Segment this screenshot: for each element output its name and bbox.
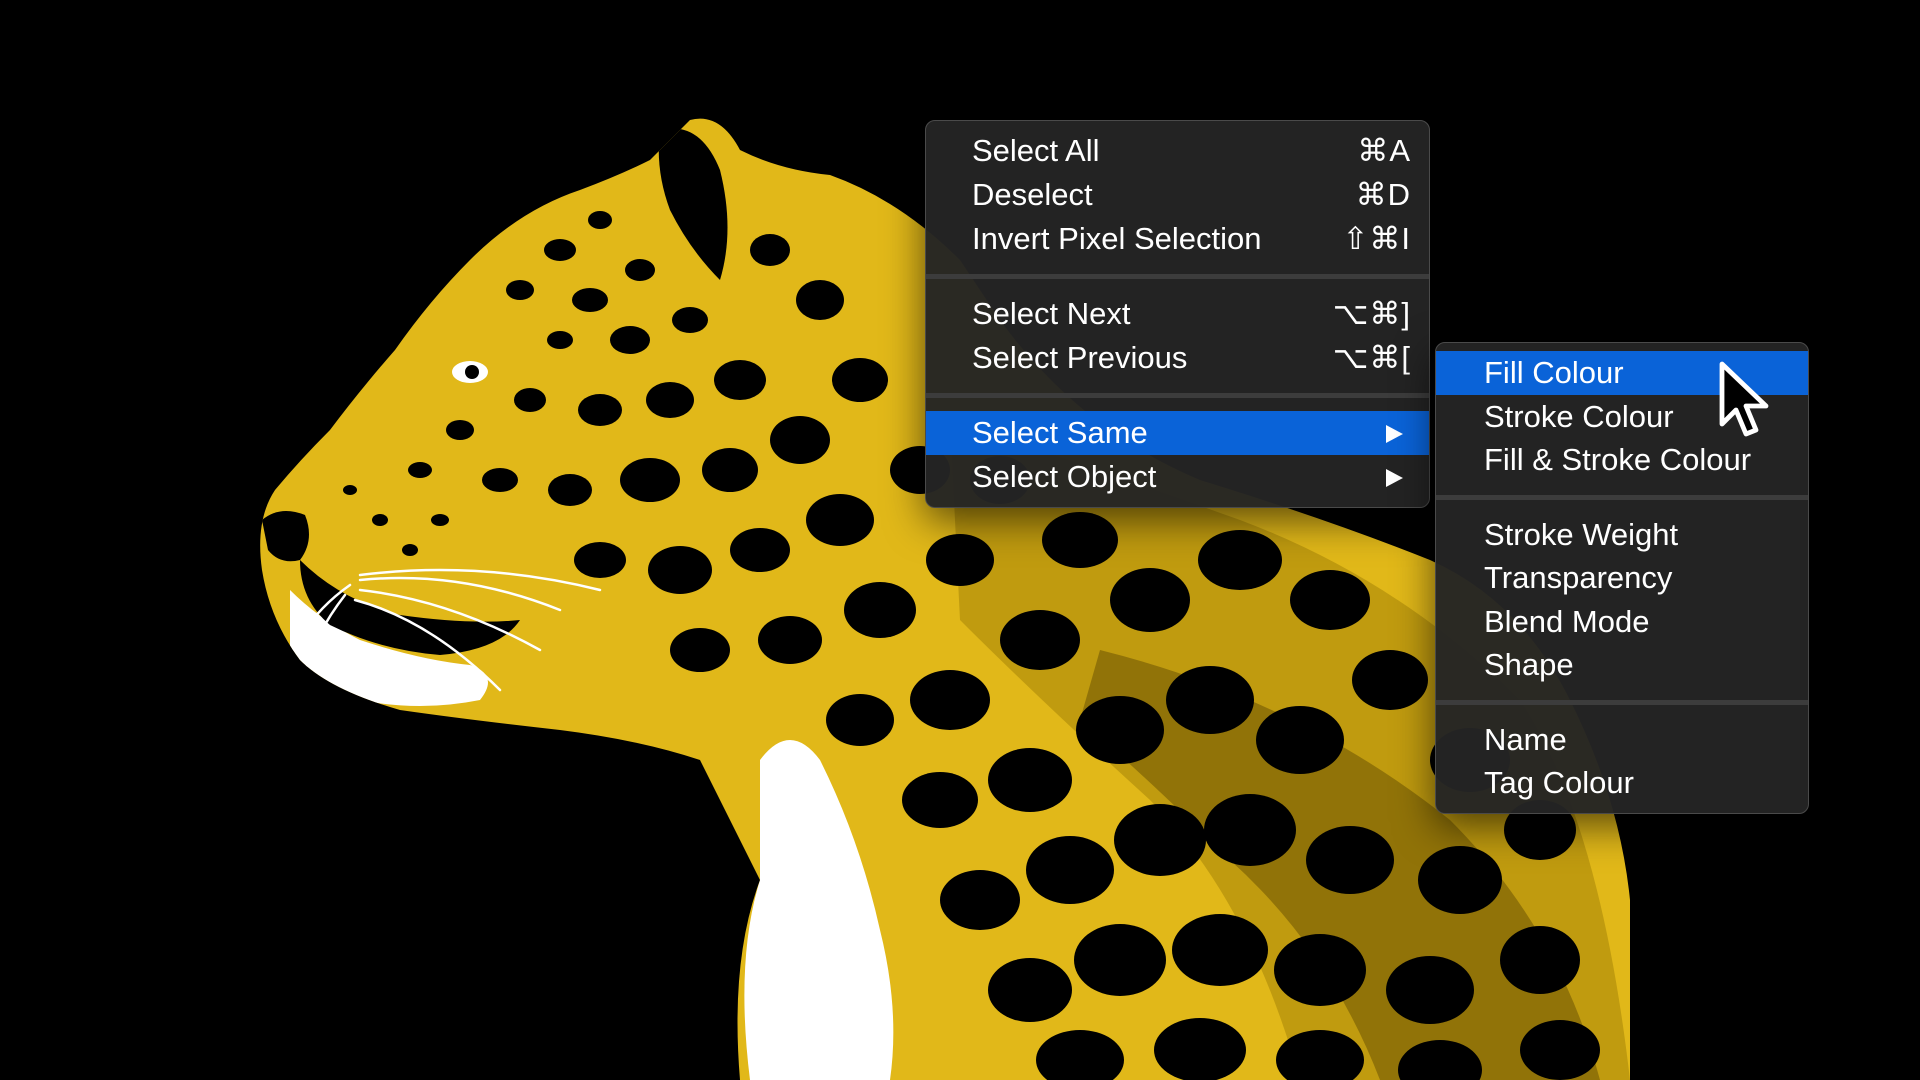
menu-item-label: Select Next [972,296,1131,331]
menu-separator [926,274,1429,279]
menu-item-label: Stroke Colour [1484,398,1674,434]
canvas[interactable]: Select All ⌘A Deselect ⌘D Invert Pixel S… [0,0,1920,1080]
menu-item-shortcut: ⌥⌘] [1332,296,1411,331]
menu-item-label: Select Same [972,415,1148,450]
menu-item-shortcut: ⇧⌘I [1342,221,1411,256]
triangle-right-icon [1386,469,1403,487]
menu-item-invert-pixel-selection[interactable]: Invert Pixel Selection ⇧⌘I [926,217,1429,261]
menu-item-label: Select Previous [972,340,1188,375]
menu-item-label: Fill & Stroke Colour [1484,442,1752,477]
submenu-item-shape[interactable]: Shape [1436,643,1808,687]
triangle-right-icon [1386,425,1403,443]
menu-item-select-object[interactable]: Select Object [926,455,1429,499]
menu-item-shortcut: ⌥⌘[ [1332,340,1411,375]
menu-item-select-previous[interactable]: Select Previous ⌥⌘[ [926,336,1429,380]
menu-item-select-next[interactable]: Select Next ⌥⌘] [926,292,1429,336]
menu-item-deselect[interactable]: Deselect ⌘D [926,173,1429,217]
menu-item-label: Blend Mode [1484,603,1650,639]
menu-item-shortcut: ⌘A [1357,133,1411,168]
submenu-item-fill-stroke-colour[interactable]: Fill & Stroke Colour [1436,438,1808,482]
menu-item-label: Transparency [1484,560,1673,595]
menu-separator [1436,699,1808,705]
menu-item-select-same[interactable]: Select Same [926,411,1429,455]
submenu-item-transparency[interactable]: Transparency [1436,556,1808,600]
submenu-item-tag-colour[interactable]: Tag Colour [1436,761,1808,805]
menu-item-label: Fill Colour [1484,355,1624,390]
submenu-item-name[interactable]: Name [1436,718,1808,762]
menu-separator [1436,494,1808,500]
menu-item-label: Deselect [972,177,1093,212]
menu-item-label: Select Object [972,459,1157,494]
menu-item-label: Shape [1484,647,1574,682]
submenu-item-blend-mode[interactable]: Blend Mode [1436,600,1808,644]
menu-item-label: Tag Colour [1484,765,1634,800]
menu-item-label: Stroke Weight [1484,516,1679,552]
context-menu: Select All ⌘A Deselect ⌘D Invert Pixel S… [925,120,1430,508]
menu-item-select-all[interactable]: Select All ⌘A [926,129,1429,173]
menu-item-shortcut: ⌘D [1355,177,1411,212]
menu-item-label: Invert Pixel Selection [972,221,1262,256]
menu-item-label: Select All [972,133,1100,168]
arrow-cursor-icon [1719,361,1769,437]
menu-separator [926,393,1429,398]
submenu-item-stroke-weight[interactable]: Stroke Weight [1436,513,1808,557]
menu-item-label: Name [1484,721,1567,757]
